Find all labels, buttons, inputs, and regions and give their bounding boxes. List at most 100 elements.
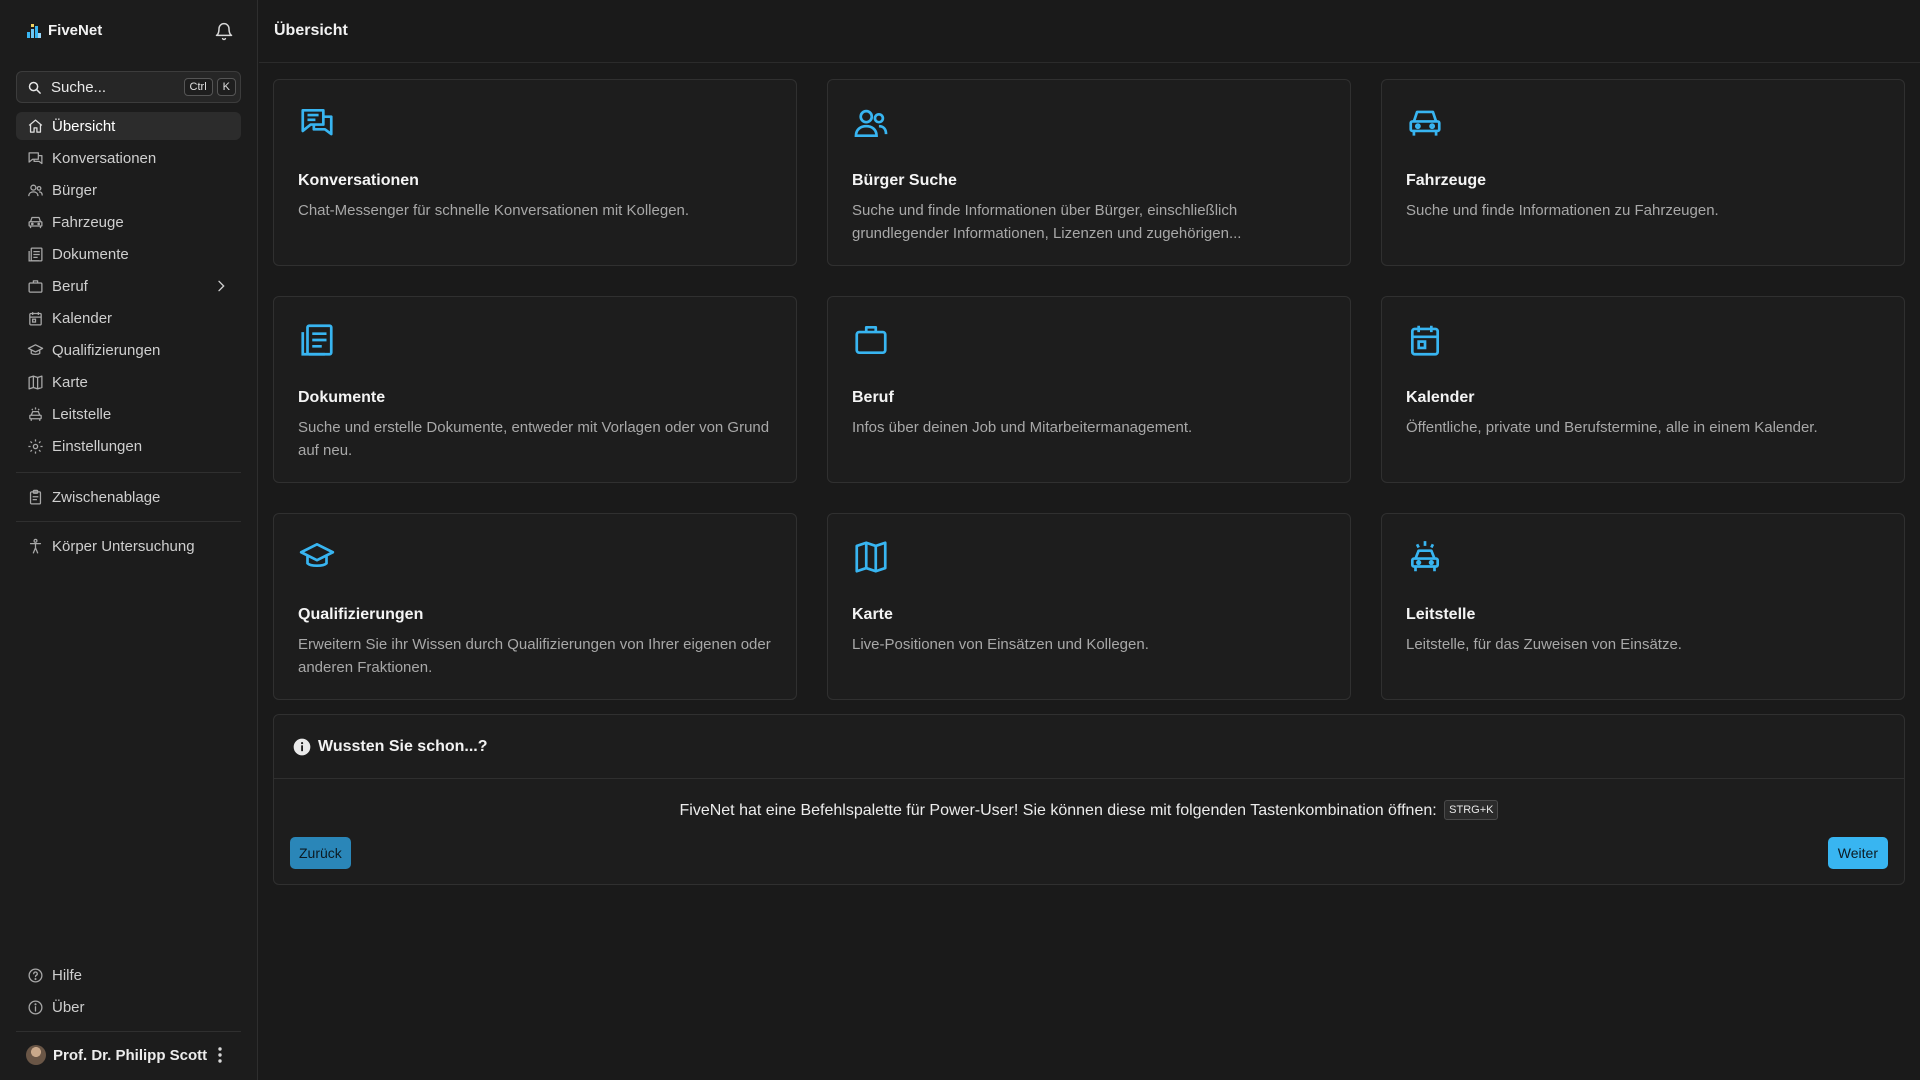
- sidebar-item-label: Zwischenablage: [52, 488, 161, 506]
- chat-icon: [298, 104, 772, 142]
- search-input[interactable]: Suche... Ctrl K: [16, 71, 241, 103]
- fivenet-logo-icon: [26, 23, 42, 39]
- car-icon: [27, 214, 44, 231]
- notifications-bell-icon[interactable]: [214, 22, 234, 42]
- page-title: Übersicht: [274, 22, 348, 39]
- sidebar-item-label: Bürger: [52, 181, 98, 199]
- sidebar-nav: Übersicht Konversationen Bürger Fahrzeug…: [16, 112, 241, 464]
- search-placeholder: Suche...: [51, 78, 107, 96]
- card-description: Suche und finde Informationen zu Fahrzeu…: [1406, 202, 1719, 219]
- sidebar-item-koerper-untersuchung[interactable]: Körper Untersuchung: [16, 532, 241, 560]
- sidebar-item-uebersicht[interactable]: Übersicht: [16, 112, 241, 140]
- avatar: [26, 1045, 46, 1065]
- sidebar-item-qualifizierungen[interactable]: Qualifizierungen: [16, 336, 241, 364]
- card-title: Dokumente: [298, 389, 386, 406]
- briefcase-icon: [852, 321, 1326, 359]
- briefcase-icon: [27, 278, 44, 295]
- chevron-right-icon[interactable]: [213, 278, 229, 294]
- sidebar-item-label: Dokumente: [52, 245, 129, 263]
- card-buerger-suche[interactable]: Bürger Suche Suche und finde Information…: [827, 79, 1351, 266]
- card-description: Öffentliche, private und Berufstermine, …: [1406, 419, 1818, 436]
- card-kalender[interactable]: Kalender Öffentliche, private und Berufs…: [1381, 296, 1905, 483]
- sidebar-item-label: Übersicht: [52, 117, 116, 135]
- search-icon: [27, 80, 42, 95]
- sidebar-extra-nav: Zwischenablage: [16, 483, 241, 515]
- calendar-icon: [1406, 321, 1880, 359]
- chat-icon: [27, 150, 44, 167]
- users-icon: [27, 182, 44, 199]
- sidebar-divider: [16, 472, 241, 473]
- card-dokumente[interactable]: Dokumente Suche und erstelle Dokumente, …: [273, 296, 797, 483]
- sidebar-item-buerger[interactable]: Bürger: [16, 176, 241, 204]
- card-title: Kalender: [1406, 389, 1475, 406]
- card-description: Leitstelle, für das Zuweisen von Einsätz…: [1406, 636, 1682, 653]
- sidebar-item-hilfe[interactable]: Hilfe: [16, 961, 241, 989]
- overview-cards-grid: Konversationen Chat-Messenger für schnel…: [273, 79, 1905, 700]
- card-konversationen[interactable]: Konversationen Chat-Messenger für schnel…: [273, 79, 797, 266]
- shortcut-kbd: STRG+K: [1444, 800, 1499, 820]
- sidebar-item-kalender[interactable]: Kalender: [16, 304, 241, 332]
- sidebar-item-label: Fahrzeuge: [52, 213, 124, 231]
- card-fahrzeuge[interactable]: Fahrzeuge Suche und finde Informationen …: [1381, 79, 1905, 266]
- card-qualifizierungen[interactable]: Qualifizierungen Erweitern Sie ihr Wisse…: [273, 513, 797, 700]
- sidebar-item-leitstelle[interactable]: Leitstelle: [16, 400, 241, 428]
- sidebar-extra-nav-2: Körper Untersuchung: [16, 532, 241, 564]
- home-icon: [27, 118, 44, 135]
- card-karte[interactable]: Karte Live-Positionen von Einsätzen und …: [827, 513, 1351, 700]
- tip-panel: Wussten Sie schon...? FiveNet hat eine B…: [273, 714, 1905, 885]
- document-icon: [27, 246, 44, 263]
- sidebar-item-konversationen[interactable]: Konversationen: [16, 144, 241, 172]
- sidebar-item-fahrzeuge[interactable]: Fahrzeuge: [16, 208, 241, 236]
- sidebar-item-ueber[interactable]: Über: [16, 993, 241, 1021]
- info-icon: [27, 999, 44, 1016]
- sidebar-item-label: Konversationen: [52, 149, 157, 167]
- sidebar-item-karte[interactable]: Karte: [16, 368, 241, 396]
- app-name: FiveNet: [48, 22, 103, 39]
- card-description: Chat-Messenger für schnelle Konversation…: [298, 202, 690, 219]
- dispatch-car-icon: [27, 406, 44, 423]
- card-title: Fahrzeuge: [1406, 172, 1487, 189]
- card-title: Bürger Suche: [852, 172, 957, 189]
- map-icon: [27, 374, 44, 391]
- tip-header: Wussten Sie schon...?: [274, 715, 1904, 779]
- top-bar: Übersicht: [259, 0, 1920, 63]
- sidebar-item-label: Beruf: [52, 277, 88, 295]
- card-beruf[interactable]: Beruf Infos über deinen Job und Mitarbei…: [827, 296, 1351, 483]
- clipboard-icon: [27, 489, 44, 506]
- sidebar-item-einstellungen[interactable]: Einstellungen: [16, 432, 241, 460]
- info-filled-icon: [292, 737, 312, 757]
- tip-title: Wussten Sie schon...?: [318, 737, 488, 755]
- user-name: Prof. Dr. Philipp Scott: [53, 1046, 208, 1064]
- sidebar-item-label: Über: [52, 998, 85, 1016]
- sidebar-item-label: Leitstelle: [52, 405, 112, 423]
- back-button[interactable]: Zurück: [290, 837, 351, 869]
- document-icon: [298, 321, 772, 359]
- sidebar-item-zwischenablage[interactable]: Zwischenablage: [16, 483, 241, 511]
- map-icon: [852, 538, 1326, 576]
- sidebar-item-dokumente[interactable]: Dokumente: [16, 240, 241, 268]
- more-vertical-icon[interactable]: [211, 1045, 229, 1065]
- sidebar-divider: [16, 1031, 241, 1032]
- next-button[interactable]: Weiter: [1827, 837, 1888, 869]
- sidebar-item-label: Körper Untersuchung: [52, 537, 195, 555]
- user-profile[interactable]: Prof. Dr. Philipp Scott: [26, 1045, 207, 1065]
- card-description: Suche und finde Informationen über Bürge…: [852, 202, 1242, 242]
- calendar-icon: [27, 310, 44, 327]
- sidebar-item-label: Hilfe: [52, 966, 83, 984]
- sidebar-item-label: Einstellungen: [52, 437, 143, 455]
- tip-message: FiveNet hat eine Befehlspalette für Powe…: [274, 800, 1904, 820]
- card-description: Erweitern Sie ihr Wissen durch Qualifizi…: [298, 636, 771, 676]
- dispatch-car-icon: [1406, 538, 1880, 576]
- gear-icon: [27, 438, 44, 455]
- body-icon: [27, 538, 44, 555]
- card-title: Leitstelle: [1406, 606, 1476, 623]
- card-leitstelle[interactable]: Leitstelle Leitstelle, für das Zuweisen …: [1381, 513, 1905, 700]
- card-title: Karte: [852, 606, 893, 623]
- graduation-cap-icon: [298, 538, 772, 576]
- app-brand[interactable]: FiveNet: [26, 22, 102, 39]
- users-icon: [852, 104, 1326, 142]
- card-description: Infos über deinen Job und Mitarbeiterman…: [852, 419, 1193, 436]
- card-description: Live-Positionen von Einsätzen und Kolleg…: [852, 636, 1149, 653]
- sidebar-item-beruf[interactable]: Beruf: [16, 272, 241, 300]
- card-title: Qualifizierungen: [298, 606, 424, 623]
